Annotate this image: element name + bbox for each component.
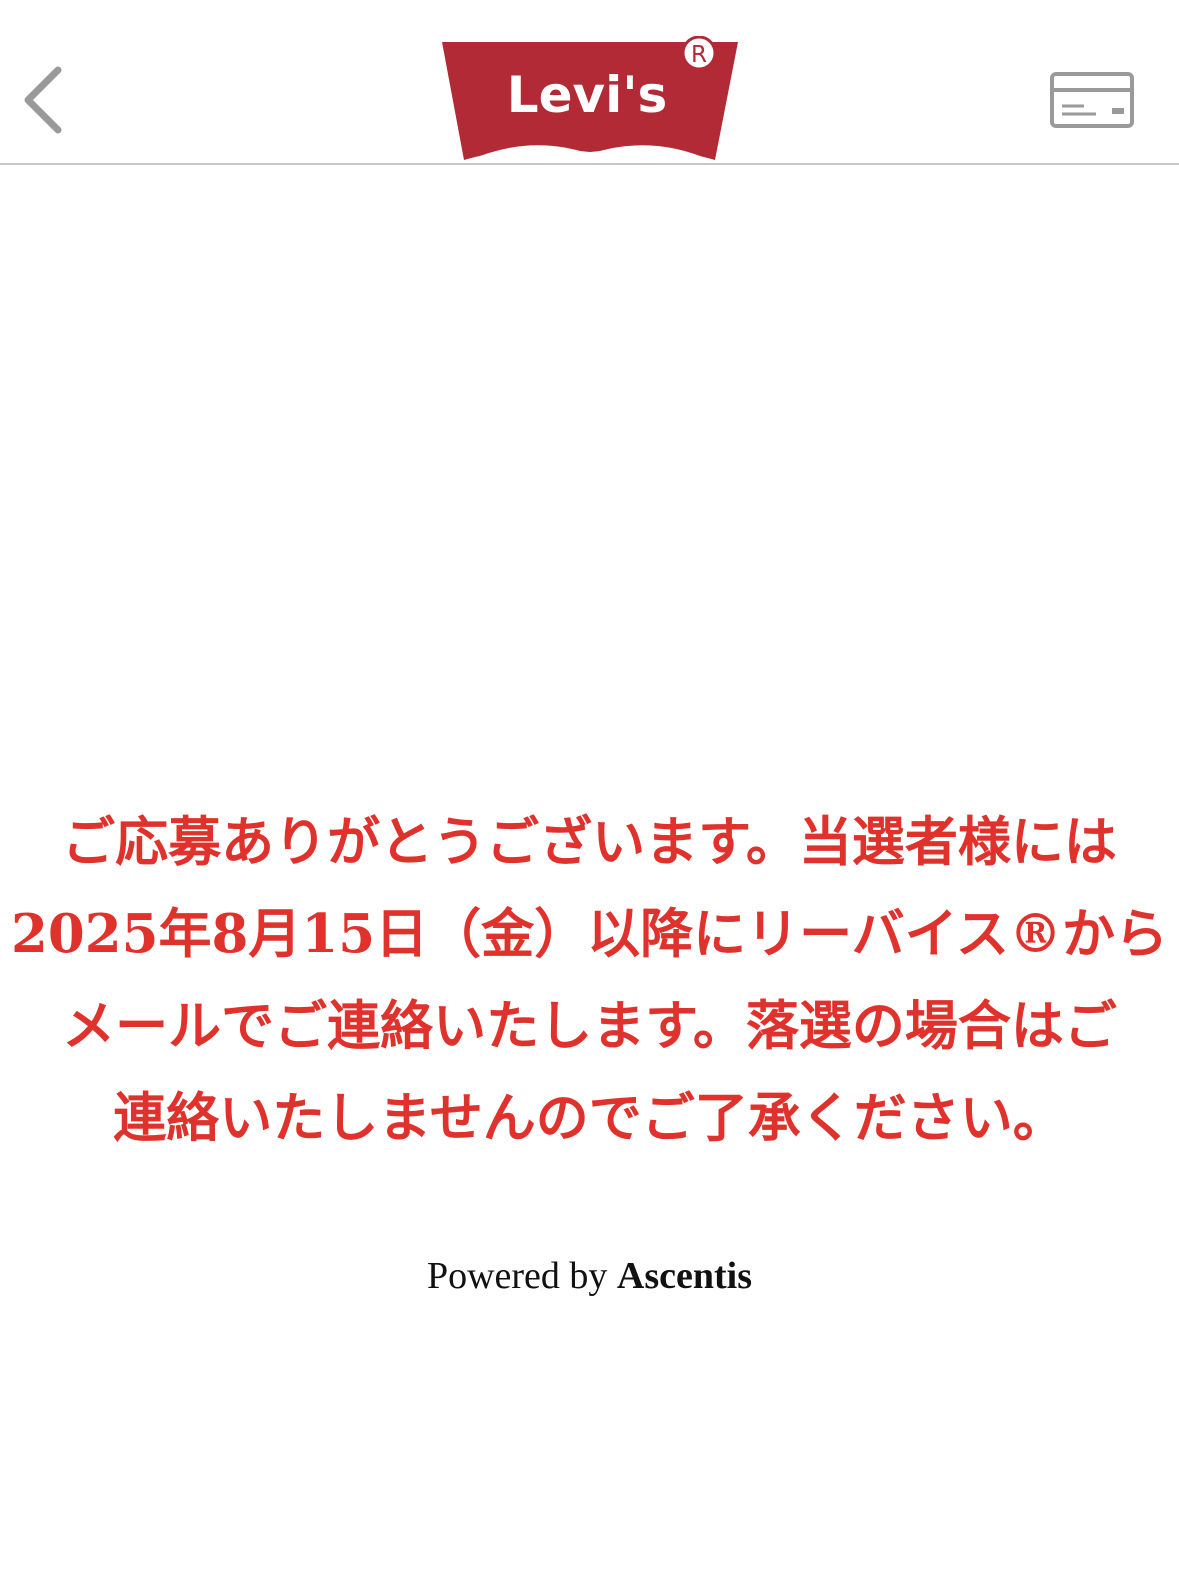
message-line: メールでご連絡いたします。落選の場合はご: [62, 995, 1117, 1057]
logo-text: Levi's: [507, 66, 668, 124]
message-line: 2025年8月15日（金）以降にリーバイス®から: [10, 903, 1169, 965]
registered-mark: R: [691, 42, 707, 68]
membership-card-icon: [1050, 72, 1134, 128]
powered-by-label: Powered by: [426, 1255, 608, 1297]
message-line: 連絡いたしませんのでご了承ください。: [113, 1087, 1066, 1149]
powered-by-brand: Ascentis: [616, 1255, 753, 1297]
entry-confirmation-message: ご応募ありがとうございます。当選者様には 2025年8月15日（金）以降にリーバ…: [0, 796, 1179, 1164]
membership-card-button[interactable]: [1048, 70, 1136, 130]
powered-by-footer: Powered by Ascentis: [0, 1248, 1179, 1304]
back-button[interactable]: [14, 62, 74, 142]
chevron-left-icon: [24, 66, 62, 134]
app-header: Levi's R: [0, 0, 1179, 165]
levis-logo: Levi's R: [440, 35, 740, 164]
message-line: ご応募ありがとうございます。当選者様には: [62, 811, 1117, 873]
